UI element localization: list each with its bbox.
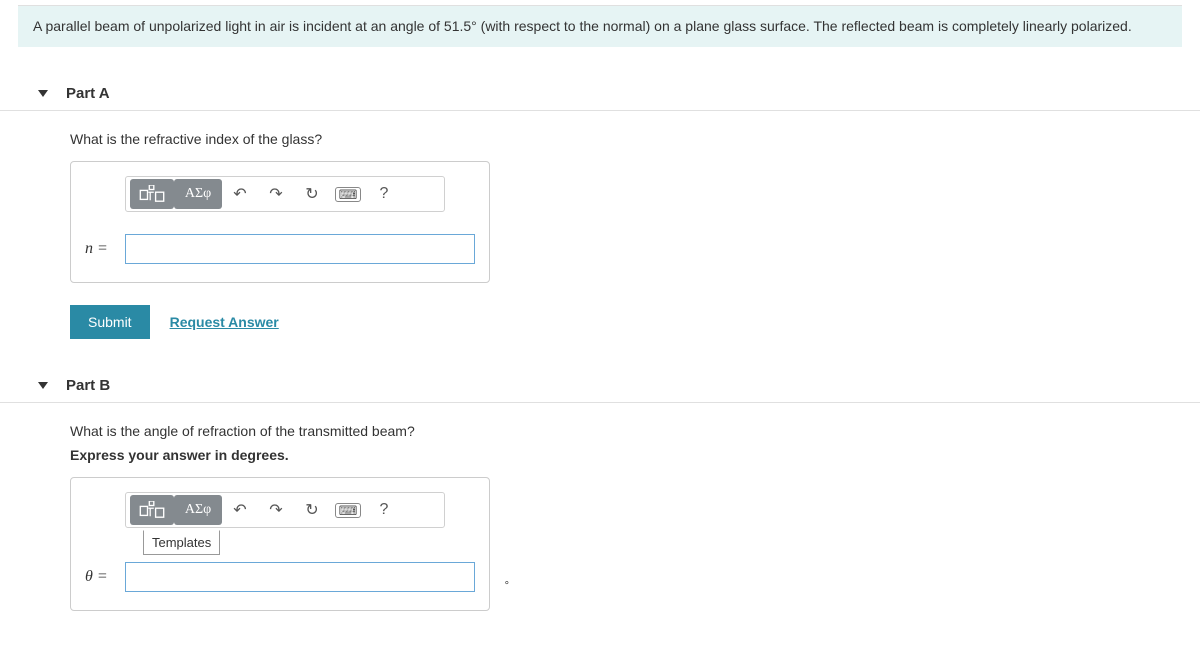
- part-a-section: Part A What is the refractive index of t…: [0, 77, 1200, 339]
- part-a-header[interactable]: Part A: [0, 77, 1200, 111]
- help-icon[interactable]: ?: [366, 180, 402, 208]
- reset-icon[interactable]: ↻: [294, 180, 330, 208]
- help-icon[interactable]: ?: [366, 496, 402, 524]
- part-a-answer-box: ΑΣφ ↶ ↷ ↻ ⌨ ? n =: [70, 161, 490, 283]
- part-b-body: What is the angle of refraction of the t…: [0, 423, 1200, 611]
- request-answer-link[interactable]: Request Answer: [170, 314, 279, 330]
- part-b-var-label: θ =: [85, 568, 125, 586]
- redo-icon[interactable]: ↷: [258, 496, 294, 524]
- undo-icon[interactable]: ↶: [222, 496, 258, 524]
- undo-icon[interactable]: ↶: [222, 180, 258, 208]
- template-tool-icon[interactable]: [130, 179, 174, 209]
- part-b-label: Part B: [66, 377, 110, 394]
- template-tool-icon[interactable]: [130, 495, 174, 525]
- problem-text: A parallel beam of unpolarized light in …: [33, 18, 1132, 34]
- keyboard-icon[interactable]: ⌨: [330, 180, 366, 208]
- part-b-answer-box: ΑΣφ ↶ ↷ ↻ ⌨ ? Templates θ = °: [70, 477, 490, 611]
- greek-tool-icon[interactable]: ΑΣφ: [174, 495, 222, 525]
- part-a-answer-input[interactable]: [125, 234, 475, 264]
- part-a-question: What is the refractive index of the glas…: [70, 131, 1200, 147]
- part-a-actions: Submit Request Answer: [70, 305, 1200, 339]
- part-b-question: What is the angle of refraction of the t…: [70, 423, 1200, 439]
- part-b-header[interactable]: Part B: [0, 369, 1200, 403]
- part-b-input-row: θ =: [85, 562, 475, 592]
- part-b-unit: °: [505, 580, 509, 592]
- part-a-body: What is the refractive index of the glas…: [0, 131, 1200, 339]
- part-b-toolbar: ΑΣφ ↶ ↷ ↻ ⌨ ?: [125, 492, 445, 528]
- part-b-hint: Express your answer in degrees.: [70, 447, 1200, 463]
- reset-icon[interactable]: ↻: [294, 496, 330, 524]
- caret-down-icon: [38, 90, 48, 97]
- templates-dropdown[interactable]: Templates: [143, 531, 475, 556]
- caret-down-icon: [38, 382, 48, 389]
- part-a-input-row: n =: [85, 234, 475, 264]
- part-a-label: Part A: [66, 85, 110, 102]
- part-b-answer-input[interactable]: [125, 562, 475, 592]
- redo-icon[interactable]: ↷: [258, 180, 294, 208]
- part-a-toolbar: ΑΣφ ↶ ↷ ↻ ⌨ ?: [125, 176, 445, 212]
- greek-tool-icon[interactable]: ΑΣφ: [174, 179, 222, 209]
- problem-intro: A parallel beam of unpolarized light in …: [18, 5, 1182, 47]
- part-b-section: Part B What is the angle of refraction o…: [0, 369, 1200, 611]
- keyboard-icon[interactable]: ⌨: [330, 496, 366, 524]
- submit-button[interactable]: Submit: [70, 305, 150, 339]
- templates-tab-label: Templates: [143, 530, 220, 555]
- part-a-var-label: n =: [85, 240, 125, 258]
